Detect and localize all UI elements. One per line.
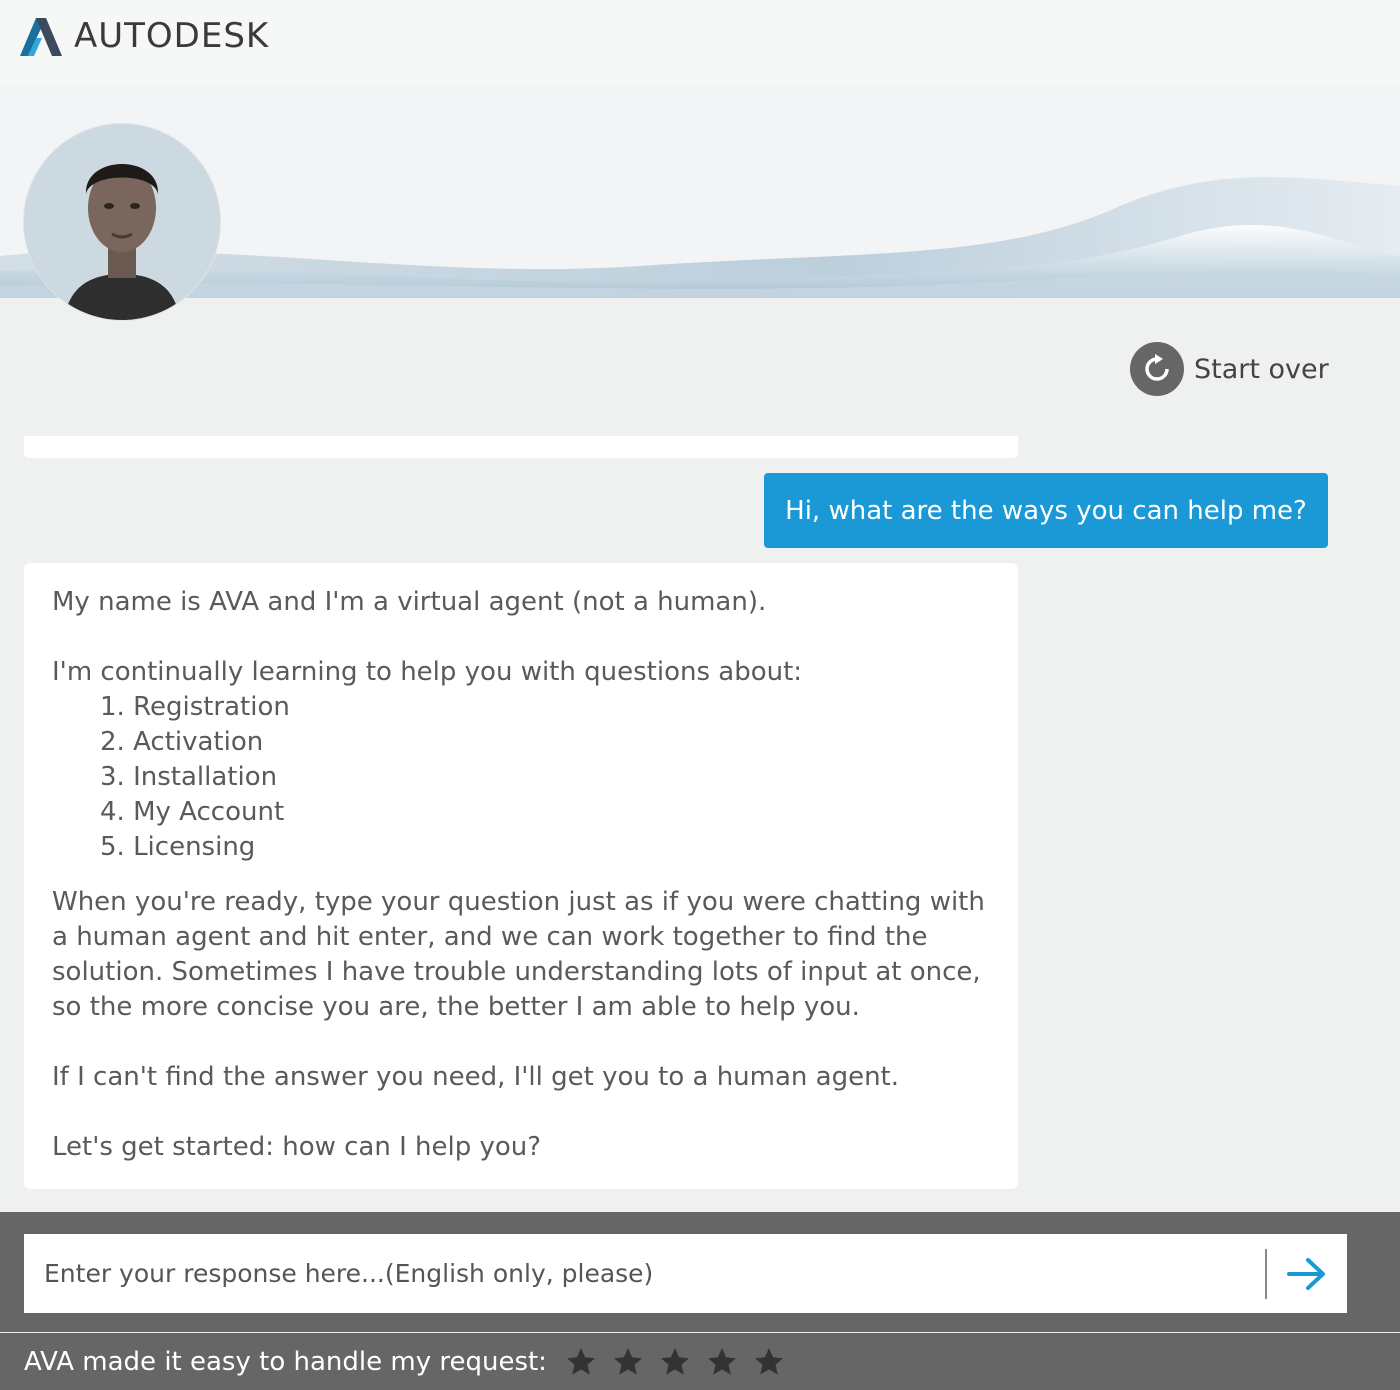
rating-bar: AVA made it easy to handle my request:: [0, 1333, 1400, 1390]
star-icon[interactable]: [565, 1346, 597, 1378]
star-rating: [565, 1346, 800, 1378]
topic-item: 5. Licensing: [100, 832, 256, 862]
agent-portrait-icon: [24, 124, 220, 320]
response-input-container: [24, 1234, 1347, 1313]
start-over-label: Start over: [1194, 353, 1329, 385]
star-icon[interactable]: [706, 1346, 738, 1378]
bot-topics-lead: I'm continually learning to help you wit…: [52, 657, 803, 687]
refresh-icon: [1130, 342, 1184, 396]
user-message-text: Hi, what are the ways you can help me?: [785, 495, 1307, 526]
start-over-button[interactable]: Start over: [1130, 342, 1329, 396]
bot-intro-text: My name is AVA and I'm a virtual agent (…: [52, 587, 767, 617]
topic-item: 3. Installation: [100, 762, 278, 792]
topic-item: 4. My Account: [100, 797, 285, 827]
bot-fallback-text: If I can't find the answer you need, I'l…: [52, 1062, 900, 1092]
topic-item: 1. Registration: [100, 692, 290, 722]
rating-label: AVA made it easy to handle my request:: [24, 1346, 547, 1377]
agent-avatar: [24, 124, 220, 320]
autodesk-logo[interactable]: AUTODESK: [16, 12, 269, 60]
topics-list: 1. Registration 2. Activation 3. Install…: [100, 690, 990, 865]
top-bar: AUTODESK: [0, 0, 1400, 86]
topic-item: 2. Activation: [100, 727, 264, 757]
star-icon[interactable]: [612, 1346, 644, 1378]
response-input[interactable]: [24, 1234, 1265, 1313]
star-icon[interactable]: [753, 1346, 785, 1378]
user-message-bubble: Hi, what are the ways you can help me?: [764, 473, 1328, 548]
bot-instructions-text: When you're ready, type your question ju…: [52, 887, 985, 1022]
brand-name: AUTODESK: [74, 16, 270, 56]
arrow-right-icon: [1287, 1257, 1325, 1290]
star-icon[interactable]: [659, 1346, 691, 1378]
bot-closing-text: Let's get started: how can I help you?: [52, 1132, 542, 1162]
input-bar: [0, 1212, 1400, 1332]
send-button[interactable]: [1267, 1234, 1347, 1313]
previous-message-bubble: [24, 436, 1018, 458]
autodesk-logo-icon: [20, 18, 62, 56]
bot-message-bubble: My name is AVA and I'm a virtual agent (…: [24, 563, 1018, 1189]
